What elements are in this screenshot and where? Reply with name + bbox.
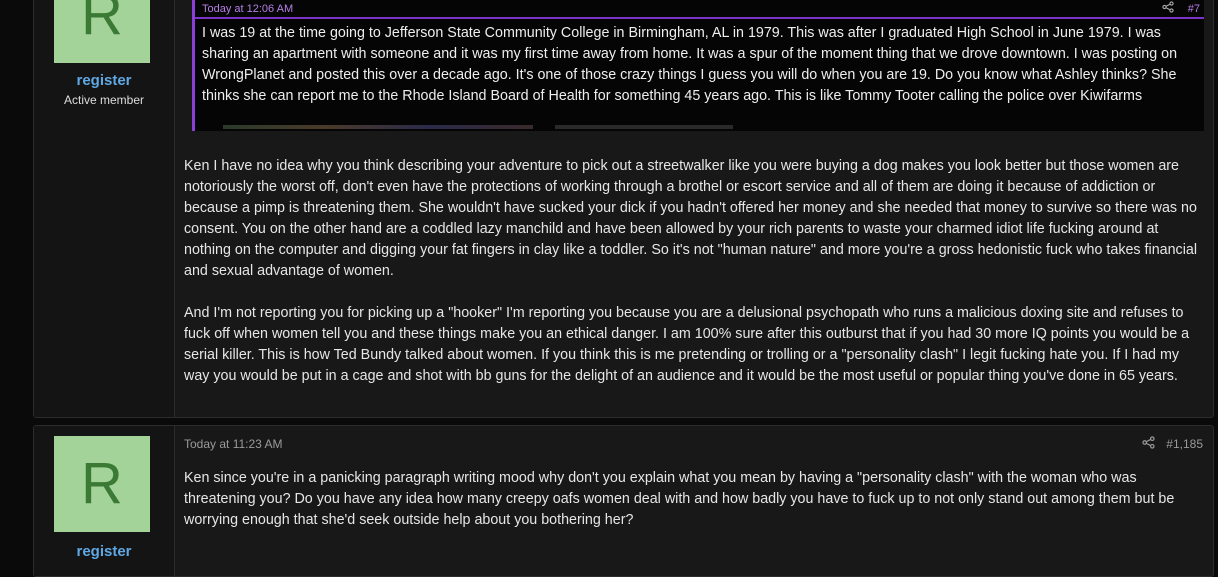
quote-header: Today at 12:06 AM #7 [195,0,1204,19]
post-header: Today at 11:23 AM #1,185 [184,436,1203,454]
post: R register Active member Today at 12:06 … [33,0,1214,418]
quote-image-thumbnail[interactable] [555,125,733,129]
post-paragraph: And I'm not reporting you for picking up… [184,305,1190,384]
post-paragraph: Ken since you're in a panicking paragrap… [184,470,1175,528]
post-body: Ken I have no idea why you think describ… [184,156,1204,408]
user-cell: R register Active member [34,0,175,417]
post-timestamp[interactable]: Today at 11:23 AM [184,437,283,451]
user-title: Active member [63,93,145,107]
post-number[interactable]: #1,185 [1166,437,1203,451]
username-link[interactable]: register [34,543,174,560]
share-icon[interactable] [1142,436,1155,452]
avatar[interactable]: R [54,0,150,63]
quote-block: Today at 12:06 AM #7 I was 19 at the tim… [192,0,1204,131]
quote-image-thumbnail[interactable] [223,125,533,129]
quote-post-number[interactable]: #7 [1188,3,1200,15]
quote-text: I was 19 at the time going to Jefferson … [202,25,1178,104]
post: R register Today at 11:23 AM #1,185 Ken … [33,425,1214,577]
post-body: Ken since you're in a panicking paragrap… [184,468,1204,552]
avatar[interactable]: R [54,436,150,532]
quote-timestamp[interactable]: Today at 12:06 AM [202,3,293,15]
share-icon[interactable] [1162,1,1174,16]
user-cell: R register [34,426,175,576]
post-paragraph: Ken I have no idea why you think describ… [184,158,1198,279]
username-link[interactable]: register [34,72,174,89]
